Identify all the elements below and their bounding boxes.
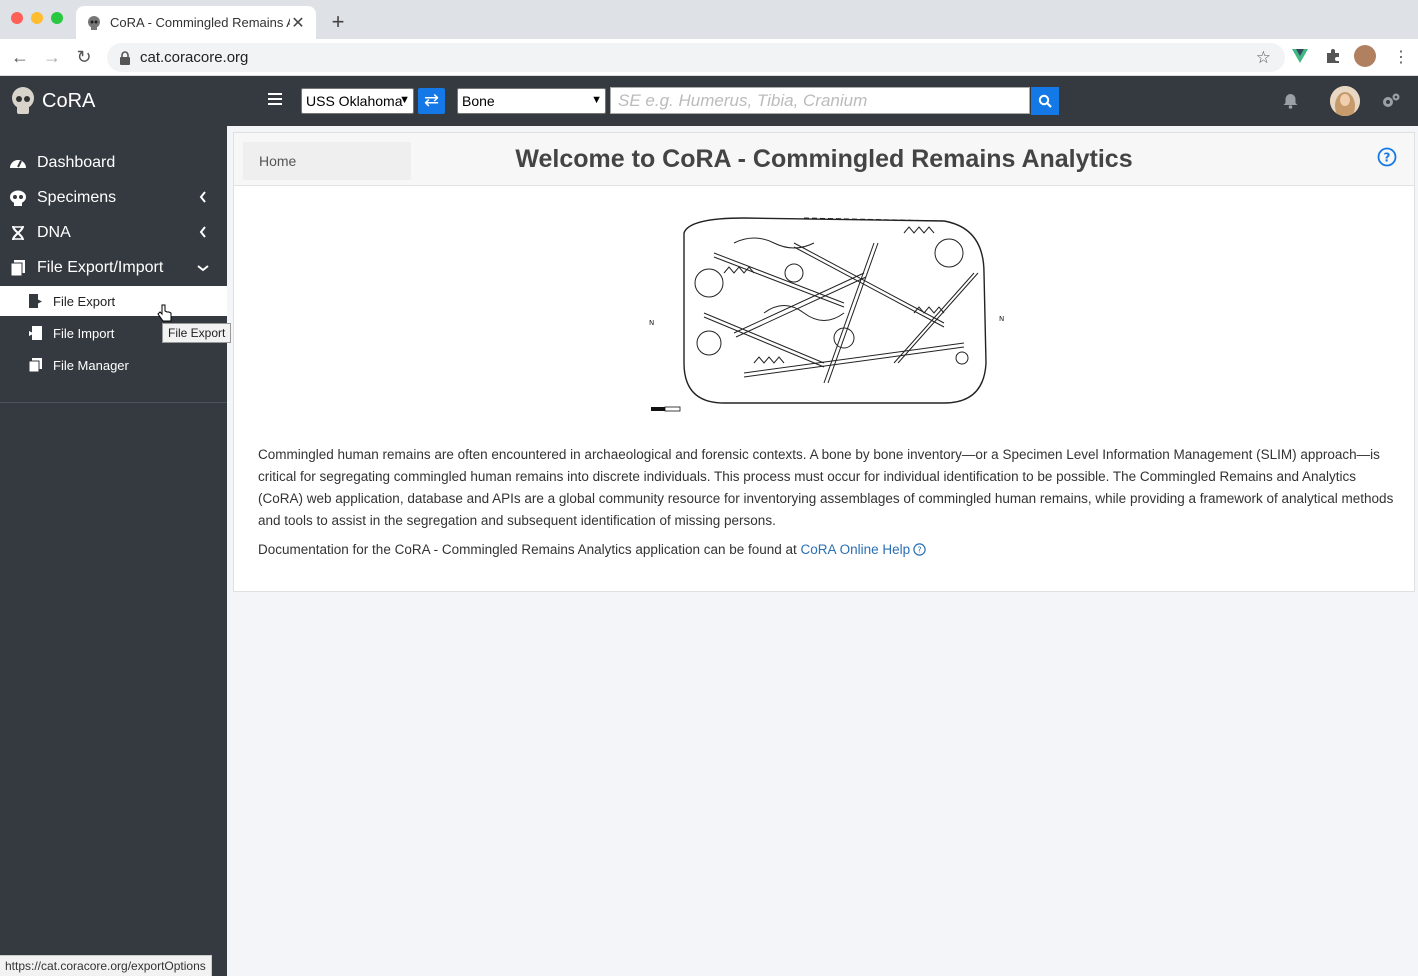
- svg-text:N: N: [999, 315, 1004, 323]
- brand[interactable]: CoRA: [10, 86, 95, 116]
- chevron-left-icon: [199, 191, 206, 203]
- welcome-card: Home Welcome to CoRA - Commingled Remain…: [233, 132, 1415, 592]
- documentation-text: Documentation for the CoRA - Commingled …: [258, 542, 801, 557]
- help-circle-icon[interactable]: ?: [1377, 147, 1397, 167]
- browser-toolbar: ← → ↻ cat.coracore.org ☆ ⋮: [0, 39, 1418, 76]
- documentation-line: Documentation for the CoRA - Commingled …: [258, 542, 926, 557]
- reload-icon[interactable]: ↻: [74, 47, 94, 68]
- search-button[interactable]: [1031, 87, 1059, 115]
- extensions-puzzle-icon[interactable]: [1325, 48, 1341, 64]
- sidebar-item-file-export-import[interactable]: File Export/Import: [0, 250, 227, 285]
- forward-icon[interactable]: →: [42, 47, 62, 68]
- skull-logo-icon: [12, 87, 34, 114]
- intro-paragraph: Commingled human remains are often encou…: [258, 447, 1394, 528]
- tab-close-icon[interactable]: ✕: [290, 13, 306, 33]
- svg-text:?: ?: [917, 546, 921, 555]
- svg-text:?: ?: [1384, 151, 1391, 165]
- close-window-button[interactable]: [11, 12, 23, 24]
- bell-icon[interactable]: [1283, 93, 1298, 109]
- help-circle-icon[interactable]: ?: [913, 543, 926, 556]
- dna-icon: [12, 225, 24, 240]
- sidebar-subitem-label: File Import: [53, 325, 115, 341]
- url-text: cat.coracore.org: [140, 49, 249, 66]
- type-select-value: Bone: [462, 93, 495, 109]
- swap-button[interactable]: ⇄: [418, 88, 445, 114]
- svg-text:N: N: [649, 319, 654, 327]
- new-tab-button[interactable]: +: [328, 9, 348, 35]
- project-select-value: USS Oklahoma: [306, 93, 403, 109]
- vue-extension-icon[interactable]: [1292, 48, 1308, 64]
- card-header: Home Welcome to CoRA - Commingled Remain…: [234, 133, 1414, 186]
- profile-avatar[interactable]: [1354, 45, 1376, 67]
- browser-tab[interactable]: CoRA - Commingled Remains A ✕: [76, 6, 316, 39]
- project-select[interactable]: USS Oklahoma ▼: [301, 88, 414, 114]
- sidebar-item-specimens[interactable]: Specimens: [0, 180, 227, 215]
- type-select[interactable]: Bone ▼: [457, 88, 606, 114]
- sidebar-subitem-file-manager[interactable]: File Manager: [0, 350, 227, 380]
- sidebar-subitem-file-export[interactable]: File Export: [0, 286, 227, 316]
- sidebar-item-dashboard[interactable]: Dashboard: [0, 145, 227, 180]
- search-input[interactable]: SE e.g. Humerus, Tibia, Cranium: [610, 87, 1030, 114]
- chevron-down-icon: ▼: [591, 94, 602, 106]
- online-help-link[interactable]: CoRA Online Help: [801, 542, 911, 557]
- gauge-icon: [10, 159, 26, 168]
- brand-name: CoRA: [42, 89, 96, 112]
- hand-cursor-icon: [157, 304, 172, 322]
- app-header: CoRA USS Oklahoma ▼ ⇄ Bone ▼ SE e.g. Hum…: [0, 76, 1418, 126]
- skull-favicon-icon: [88, 15, 100, 30]
- sidebar-subitem-label: File Manager: [53, 357, 129, 373]
- minimize-window-button[interactable]: [31, 12, 43, 24]
- file-export-icon: [29, 294, 42, 308]
- address-bar[interactable]: cat.coracore.org ☆: [107, 43, 1285, 72]
- status-bar-url: https://cat.coracore.org/exportOptions: [0, 955, 212, 976]
- chevron-down-icon: ▼: [399, 94, 410, 106]
- sidebar-item-label: DNA: [37, 223, 71, 241]
- settings-cogs-icon[interactable]: [1381, 92, 1401, 110]
- sidebar-item-label: File Export/Import: [37, 258, 164, 276]
- sidebar-item-label: Dashboard: [37, 153, 116, 171]
- browser-tab-bar: CoRA - Commingled Remains A ✕ +: [0, 0, 1418, 39]
- user-avatar[interactable]: [1330, 86, 1360, 116]
- search-icon: [1038, 94, 1052, 108]
- sidebar-item-dna[interactable]: DNA: [0, 215, 227, 250]
- lock-icon: [120, 50, 130, 65]
- page-title: Welcome to CoRA - Commingled Remains Ana…: [515, 145, 1133, 173]
- file-import-icon: [29, 326, 42, 340]
- swap-arrows-icon: ⇄: [423, 90, 440, 110]
- tab-title: CoRA - Commingled Remains A: [110, 15, 290, 30]
- back-icon[interactable]: ←: [10, 47, 30, 68]
- skull-icon: [10, 190, 26, 206]
- tooltip: File Export: [162, 323, 232, 343]
- sidebar-subitem-label: File Export: [53, 293, 116, 309]
- chevron-down-icon: [197, 265, 209, 272]
- commingled-remains-illustration: N N: [649, 217, 1004, 412]
- file-manager-icon: [29, 358, 42, 372]
- chevron-left-icon: [199, 226, 206, 238]
- maximize-window-button[interactable]: [51, 12, 63, 24]
- files-icon: [10, 259, 25, 276]
- browser-menu-icon[interactable]: ⋮: [1393, 47, 1409, 67]
- bookmark-star-icon[interactable]: ☆: [1256, 48, 1271, 68]
- sidebar-divider: [0, 402, 227, 403]
- sidebar: Dashboard Specimens DNA File Export/Impo…: [0, 126, 227, 976]
- sidebar-item-label: Specimens: [37, 188, 117, 206]
- hamburger-menu-icon[interactable]: [268, 90, 286, 110]
